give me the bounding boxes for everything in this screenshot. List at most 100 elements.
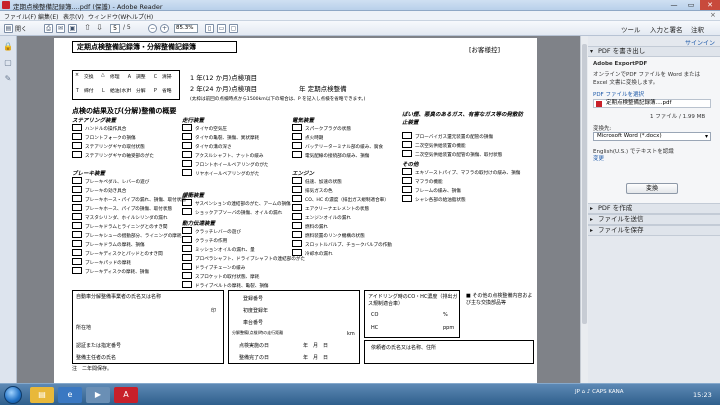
power-item: ミッションオイルの漏れ、量	[182, 245, 255, 253]
power-item: クラッチレバーの遊び	[182, 227, 241, 235]
pdf-page: 定期点検整備記録簿・分解整備記録簿 [お客様控] × 交換 △ 修理 Ａ 調整 Ｃ 清掃 Ｔ 締付…	[54, 38, 537, 383]
minimize-button[interactable]: —	[666, 0, 682, 10]
engine-item: 燃料の漏れ	[292, 222, 328, 230]
other-item: マフラの機能	[402, 177, 443, 185]
section-save-label: ファイルを保存	[598, 226, 644, 234]
tools-tab[interactable]: ツール	[621, 24, 641, 34]
footnote: 注 二年間保存。	[72, 366, 113, 372]
legend-cell: Ｔ	[75, 89, 80, 94]
email-icon[interactable]: ✉	[56, 24, 65, 33]
electric-head: 電気装置	[292, 118, 315, 124]
electric-item: バッテリーターミナル部の緩み、腐食	[292, 142, 383, 150]
file-count: 1 ファイル / 1.99 MB	[650, 114, 706, 120]
steering-head: ステアリング装置	[72, 118, 117, 124]
fit-width-icon[interactable]: ▭	[217, 24, 226, 33]
lock-icon[interactable]: 🔒	[3, 42, 13, 52]
doc-close-icon[interactable]: ×	[710, 11, 716, 19]
prev-page-icon[interactable]: ⇧	[83, 24, 92, 33]
media-icon[interactable]: ▶	[86, 387, 110, 403]
seal-label: 印	[211, 308, 217, 314]
legend-cell: Ｈ	[127, 89, 132, 94]
menu-file[interactable]: ファイル(F)	[4, 12, 36, 21]
section-create-pdf[interactable]: ▸ PDF を作成	[588, 203, 720, 214]
ie-icon[interactable]: e	[58, 387, 82, 403]
legend-cell: 省略	[162, 89, 172, 94]
convert-button[interactable]: 変換	[626, 183, 678, 194]
document-viewer[interactable]: 定期点検整備記録簿・分解整備記録簿 [お客様控] × 交換 △ 修理 Ａ 調整 Ｃ 清掃 Ｔ 締付…	[17, 36, 580, 383]
legend-cell: 分解	[136, 89, 146, 94]
convert-format-select[interactable]: Microsoft Word (*.docx) ▾	[593, 132, 711, 141]
brake-item: ブレーキの効き具合	[72, 186, 126, 194]
legend-cell: △	[101, 73, 105, 78]
menu-edit[interactable]: 編集(E)	[38, 12, 58, 21]
power-item: ドライブチェーンの緩み	[182, 263, 245, 271]
fill-sign-tab[interactable]: 入力と署名	[650, 24, 683, 34]
complete-date-label: 整備完了の日	[239, 355, 270, 361]
print-icon[interactable]: ⎙	[44, 24, 53, 33]
save-icon[interactable]: ▣	[68, 24, 77, 33]
zoom-in-icon[interactable]: +	[160, 24, 169, 33]
cert-no-label: 認証または指定番号	[76, 343, 122, 349]
power-head: 動力伝達装置	[182, 221, 216, 227]
attachment-icon[interactable]: ✎	[3, 74, 13, 84]
power-item: スプロケットの取付状態、摩耗	[182, 272, 259, 280]
next-page-icon[interactable]: ⇩	[95, 24, 104, 33]
travel-item: フロントホイールベアリングのがた	[182, 160, 269, 168]
co-label: CO	[371, 312, 379, 318]
section-send-file[interactable]: ▸ ファイルを送信	[588, 214, 720, 225]
select-pdf-link[interactable]: PDF ファイルを選択	[593, 90, 644, 98]
close-button[interactable]: ✕	[700, 0, 720, 10]
fit-page-icon[interactable]: ▯	[205, 24, 214, 33]
toolbar: ▤ 開く ⎙ ✉ ▣ ⇧ ⇩ 5 / 5 − + 85.3% ▯ ▭ ▢ ツール…	[0, 21, 720, 36]
travel-item: アクスルシャフト、ナットの緩み	[182, 151, 263, 159]
change-link[interactable]: 変更	[593, 154, 604, 162]
pages-icon[interactable]: ▢	[3, 58, 13, 68]
travel-item: タイヤの亀裂、損傷、異状摩耗	[182, 133, 259, 141]
zoom-out-icon[interactable]: −	[148, 24, 157, 33]
legend-cell: 調整	[136, 75, 146, 80]
menu-window[interactable]: ウィンドウ(W)	[88, 12, 129, 21]
brake-item: ブレーキディスクの摩耗、損傷	[72, 267, 149, 275]
inspector-box: 自動車分解整備事業者の氏名又は名称 印 所在地 認証または指定番号 整備主任者の…	[72, 290, 224, 364]
expand-icon: ▸	[590, 216, 594, 223]
legend-cell: Ｌ	[101, 89, 106, 94]
vertical-scrollbar[interactable]	[580, 36, 588, 383]
page-number-input[interactable]: 5	[110, 24, 120, 33]
menu-view[interactable]: 表示(V)	[63, 12, 84, 21]
travel-item: リヤホイールベアリングのがた	[182, 169, 259, 177]
legend-grid: × 交換 △ 修理 Ａ 調整 Ｃ 清掃 Ｔ 締付 Ｌ 給油(水) Ｈ 分解 Ｐ 省略	[72, 70, 180, 100]
brake-item: ブレーキドラムとライニングとのすき間	[72, 222, 168, 230]
zoom-select[interactable]: 85.3%	[174, 24, 198, 33]
engine-item: エンジンオイルの漏れ	[292, 213, 351, 221]
smoke-item: ブローバイガス還元装置の配管の損傷	[402, 132, 493, 140]
client-box: 依頼者の氏名又は名称、住所	[364, 340, 534, 364]
adobe-reader-window: { "window": { "title": "定期点検整備記録簿....pdf…	[0, 0, 720, 405]
comment-bubble-icon[interactable]: ▢	[229, 24, 238, 33]
other-item: シャシ各部の給油脂状態	[402, 195, 466, 203]
open-folder-icon[interactable]: ▤	[4, 24, 13, 33]
section-save-file[interactable]: ▸ ファイルを保存	[588, 225, 720, 236]
system-tray[interactable]: JP ⌂ ♪ CAPS KANA	[575, 389, 624, 395]
comment-tab[interactable]: 注釈	[691, 24, 704, 34]
section-pdf-export[interactable]: ▾ PDF を書き出し	[588, 46, 720, 57]
co-hc-label: アイドリング時のCO・HC濃度（排出ガス規制適合車）	[368, 294, 458, 307]
legend-cell: Ｐ	[153, 89, 158, 94]
pdf-file-icon	[596, 101, 602, 107]
km-label: km	[347, 331, 355, 337]
selected-file[interactable]: 定期点検整備記録簿....pdf	[593, 99, 711, 108]
inspection-note: (太枠は前回の点検時点から1500km以下の場合は、P を記入し点検を省略できま…	[190, 97, 366, 102]
collapse-icon: ▾	[590, 48, 594, 55]
steering-item: ハンドルの操作具合	[72, 124, 126, 132]
scroll-thumb[interactable]	[582, 44, 587, 324]
open-label[interactable]: 開く	[15, 24, 27, 33]
language-label: English(U.S.) でテキストを認識	[593, 149, 674, 155]
menu-help[interactable]: ヘルプ(H)	[126, 12, 153, 21]
engine-item: 低速、加速の状態	[292, 177, 342, 185]
co-hc-box: アイドリング時のCO・HC濃度（排出ガス規制適合車） CO % HC ppm	[364, 290, 460, 338]
explorer-icon[interactable]: ▤	[30, 387, 54, 403]
maximize-button[interactable]: ▭	[683, 0, 699, 10]
start-button[interactable]	[4, 386, 22, 404]
export-desc: オンラインでPDF ファイルを Word または Excel 文書に変換します。	[593, 72, 701, 86]
engine-head: エンジン	[292, 171, 315, 177]
adobe-task-icon[interactable]: A	[114, 387, 138, 403]
